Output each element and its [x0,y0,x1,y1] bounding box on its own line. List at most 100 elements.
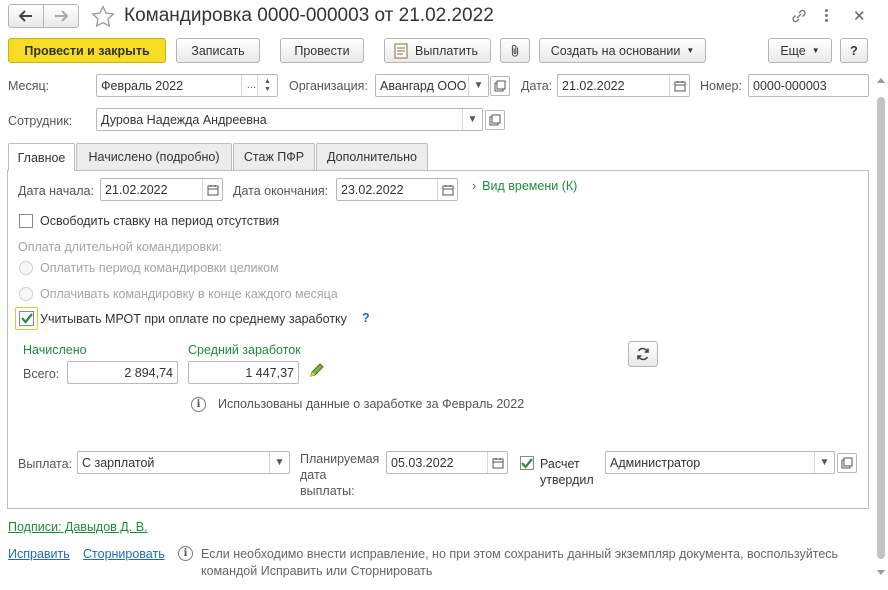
pay-button-label: Выплатить [415,43,479,58]
create-based-on-button[interactable]: Создать на основании ▼ [539,38,706,63]
average-earnings-value: 1 447,37 [245,365,294,380]
post-and-close-button[interactable]: Провести и закрыть [8,38,166,63]
calendar-icon[interactable] [437,179,457,200]
planned-date-field[interactable]: 05.03.2022 [386,451,508,474]
start-date-label: Дата начала: [18,184,94,198]
calc-approved-checkbox[interactable] [520,456,534,470]
tab-additional[interactable]: Дополнительно [316,143,428,170]
checkmark-icon [521,457,533,469]
document-title: Командировка 0000-000003 от 21.02.2022 [124,5,494,26]
release-rate-checkbox[interactable] [19,214,33,228]
employee-field[interactable]: Дурова Надежда Андреевна ▼ [96,108,483,131]
more-button[interactable]: Еще ▼ [768,38,832,63]
month-field[interactable]: Февраль 2022 … ▲ ▼ [96,74,278,97]
start-date-field[interactable]: 21.02.2022 [100,178,223,201]
total-label: Всего: [23,367,60,381]
refresh-icon [637,347,649,361]
open-employee-button[interactable] [485,110,505,130]
employee-value: Дурова Надежда Андреевна [101,112,267,127]
approver-value: Администратор [610,455,701,470]
save-button[interactable]: Записать [176,38,260,63]
pay-monthly-radio[interactable] [19,287,33,301]
time-type-link-label: Вид времени (К) [482,179,578,193]
create-based-on-label: Создать на основании [550,43,681,58]
time-type-link[interactable]: › Вид времени (К) [472,179,577,193]
dropdown-arrow-icon[interactable]: ▼ [269,452,289,473]
scrollbar-thumb[interactable] [877,97,885,559]
link-icon[interactable] [790,8,808,24]
pay-whole-label: Оплатить период командировки целиком [40,261,279,275]
planned-date-value: 05.03.2022 [391,455,454,470]
long-trip-label: Оплата длительной командировки: [18,240,223,254]
tab-main[interactable]: Главное [8,143,75,171]
help-button[interactable]: ? [840,38,868,63]
info-icon: i [191,397,206,412]
organization-field[interactable]: Авангард ООО ▼ [375,74,489,97]
fix-link[interactable]: Исправить [8,547,70,561]
dropdown-arrow-icon: ▼ [811,46,820,55]
accrued-header: Начислено [23,343,87,357]
calendar-icon[interactable] [202,179,222,200]
average-earnings-field: 1 447,37 [188,361,299,384]
signatures-link[interactable]: Подписи: Давыдов Д. В. [8,520,148,534]
organization-label: Организация: [289,79,368,93]
payout-field[interactable]: С зарплатой ▼ [77,451,290,474]
pencil-edit-icon[interactable] [309,362,325,378]
employee-label: Сотрудник: [8,114,73,128]
tab-accrued-detail[interactable]: Начислено (подробно) [76,143,232,170]
total-accrued-field: 2 894,74 [67,361,178,384]
dropdown-arrow-icon[interactable]: ▼ [462,109,482,130]
end-date-field[interactable]: 23.02.2022 [336,178,458,201]
open-organization-button[interactable] [490,76,510,96]
favorite-star-icon[interactable] [91,5,115,27]
end-date-label: Дата окончания: [233,184,329,198]
more-button-label: Еще [780,43,806,58]
mrot-help-icon[interactable]: ? [362,311,370,325]
scroll-down-arrow-icon[interactable] [877,570,885,575]
chevron-right-icon: › [472,179,477,193]
open-form-icon [841,457,853,469]
more-vertical-icon[interactable] [822,6,832,26]
paperclip-icon [511,44,519,57]
back-button[interactable] [8,4,44,28]
info-icon: i [178,546,193,561]
attach-button[interactable] [500,38,530,63]
calendar-icon[interactable] [487,452,507,473]
calc-approved-label: Расчет утвердил [540,457,594,487]
number-label: Номер: [700,79,742,93]
refresh-button[interactable] [628,341,658,367]
month-label: Месяц: [8,79,50,93]
document-icon [394,43,408,58]
pay-button[interactable]: Выплатить [384,38,491,63]
organization-value: Авангард ООО [380,78,467,93]
number-value: 0000-000003 [753,78,827,93]
open-approver-button[interactable] [837,453,857,473]
vertical-scrollbar[interactable] [875,72,887,582]
storno-link[interactable]: Сторнировать [83,547,165,561]
scroll-up-arrow-icon[interactable] [877,78,885,83]
post-button[interactable]: Провести [280,38,364,63]
spin-stepper[interactable]: ▲ ▼ [257,75,277,96]
arrow-left-icon [19,10,32,22]
pay-whole-radio[interactable] [19,261,33,275]
forward-button[interactable] [43,4,79,28]
date-value: 21.02.2022 [562,78,625,93]
approver-field[interactable]: Администратор ▼ [605,451,835,474]
tab-pension-experience[interactable]: Стаж ПФР [233,143,315,170]
open-form-icon [494,80,506,92]
calendar-icon[interactable] [669,75,689,96]
open-form-icon [489,114,501,126]
close-icon[interactable]: ✕ [853,7,866,25]
arrow-right-icon [55,10,68,22]
month-value: Февраль 2022 [101,78,184,93]
number-field[interactable]: 0000-000003 [748,74,869,97]
mrot-checkbox[interactable] [15,307,38,330]
mrot-label: Учитывать МРОТ при оплате по среднему за… [40,312,347,326]
dropdown-arrow-icon[interactable]: ▼ [468,75,488,96]
dropdown-arrow-icon[interactable]: ▼ [814,452,834,473]
end-date-value: 23.02.2022 [341,182,404,197]
date-label: Дата: [521,79,553,93]
planned-date-label: Планируемая дата выплаты: [300,452,380,498]
average-earnings-header: Средний заработок [188,343,301,357]
date-field[interactable]: 21.02.2022 [557,74,690,97]
